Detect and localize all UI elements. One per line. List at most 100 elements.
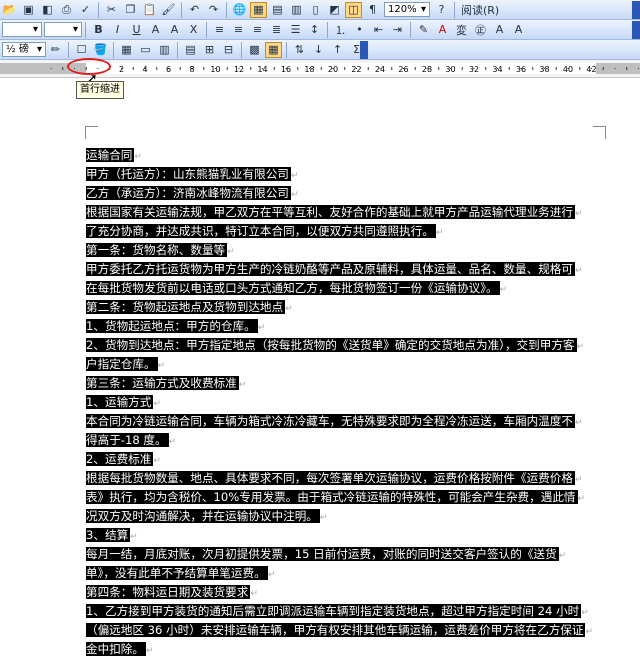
document-line[interactable]: 表》执行，均为含税价、10%专用发票。由于箱式冷链运输的特殊性，可能会产生杂费，… (86, 488, 596, 507)
document-line[interactable]: （偏远地区 36 小时）未安排运输车辆，甲方有权安排其他车辆运输，运费差价甲方将… (86, 621, 596, 640)
paste-icon[interactable]: 📋 (141, 2, 158, 18)
document-line[interactable]: 在每批货物发货前以电话或口头方式通知乙方，每批货物签订一份《运输协议》。 ↵ (86, 279, 596, 298)
bullets-icon[interactable]: • (351, 22, 368, 38)
table-autoformat-icon[interactable]: ▩ (246, 42, 263, 58)
sort-asc-icon[interactable]: ↓ (310, 42, 327, 58)
ruler-number: 24 (375, 65, 385, 74)
document-line[interactable]: 1、运输方式 ↵ (86, 393, 596, 412)
style-select[interactable]: ▾ (2, 22, 42, 37)
phonetic-icon[interactable]: 変 (453, 22, 470, 38)
document-line[interactable]: 运输合同 ↵ (86, 146, 596, 165)
grow-font-icon[interactable]: A (491, 22, 508, 38)
paragraph-mark-icon: ↵ (574, 209, 583, 219)
increase-indent-icon[interactable]: ⇥ (389, 22, 406, 38)
align-center-icon[interactable]: ≡ (230, 22, 247, 38)
align-right-icon[interactable]: ≡ (249, 22, 266, 38)
chevron-down-icon: ▾ (420, 4, 426, 15)
char-border-icon[interactable]: A (147, 22, 164, 38)
show-hide-icon[interactable]: ¶ (364, 2, 381, 18)
char-scale-icon[interactable]: X (185, 22, 202, 38)
shading-color-icon[interactable]: 🪣 (92, 42, 109, 58)
document-line[interactable]: 根据每批货物数量、地点、具体要求不同，每次签署单次运输协议，运费价格按附件《运费… (86, 469, 596, 488)
table-grid-icon[interactable]: ▦ (265, 41, 282, 58)
document-line[interactable]: 第二条：货物起运地点及货物到达地点 ↵ (86, 298, 596, 317)
line-spacing-icon[interactable]: ↕ (306, 22, 323, 38)
distribute-cols-icon[interactable]: ⊟ (220, 42, 237, 58)
enclose-char-icon[interactable]: ㊣ (472, 22, 489, 38)
highlight-icon[interactable]: ✎ (415, 22, 432, 38)
selected-text: 运输合同 (86, 148, 135, 162)
document-line[interactable]: 乙方（承运方）：济南冰峰物流有限公司 ↵ (86, 184, 596, 203)
zoom-select[interactable]: 120% ▾ (384, 2, 430, 17)
selected-text: 3、结算 (86, 528, 131, 542)
align-cell-icon[interactable]: ▤ (182, 42, 199, 58)
document-line[interactable]: 本合同为冷链运输合同，车辆为箱式冷冻冷藏车，无特殊要求即为全程冷冻运送，车厢内温… (86, 412, 596, 431)
bold-icon[interactable]: B (90, 22, 107, 38)
document-line[interactable]: 第三条：运输方式及收费标准 ↵ (86, 374, 596, 393)
line-weight-value: ½ 磅 (6, 44, 29, 55)
copy-icon[interactable]: ❐ (122, 2, 139, 18)
decrease-indent-icon[interactable]: ⇤ (370, 22, 387, 38)
document-line[interactable]: 3、结算 ↵ (86, 526, 596, 545)
outside-border-icon[interactable]: ☐ (73, 42, 90, 58)
permission-icon[interactable]: ◧ (39, 2, 56, 18)
document-line[interactable]: 户指定仓库。 ↵ (86, 355, 596, 374)
drawing-icon[interactable]: ◩ (326, 2, 343, 18)
document-map-icon[interactable]: ◫ (345, 1, 362, 18)
merge-cells-icon[interactable]: ▭ (137, 42, 154, 58)
document-line[interactable]: 根据国家有关运输法规，甲乙双方在平等互利、友好合作的基础上就甲方产品运输代理业务… (86, 203, 596, 222)
document-line[interactable]: 2、运费标准 ↵ (86, 450, 596, 469)
sort-desc-icon[interactable]: ↑ (329, 42, 346, 58)
align-left-icon[interactable]: ≡ (211, 22, 228, 38)
document-line[interactable]: 甲方（托运方）：山东熊猫乳业有限公司 ↵ (86, 165, 596, 184)
border-color-icon[interactable]: ✏ (47, 42, 64, 58)
change-direction-icon[interactable]: ⇅ (291, 42, 308, 58)
print-icon[interactable]: ⎙ (58, 2, 75, 18)
line-weight-select[interactable]: ½ 磅 ▾ (2, 42, 46, 57)
paragraph-mark-icon: ↵ (157, 361, 166, 371)
spelling-icon[interactable]: ✓ (77, 2, 94, 18)
document-line[interactable]: 了充分协商，并达成共识，特订立本合同，以便双方共同遵照执行。 ↵ (86, 222, 596, 241)
justify-icon[interactable]: ≣ (268, 22, 285, 38)
numbering-icon[interactable]: ⒈ (332, 22, 349, 38)
open-icon[interactable]: 📂 (1, 2, 18, 18)
hyperlink-icon[interactable]: 🌐 (231, 2, 248, 18)
format-painter-icon[interactable]: 🖌 (160, 2, 177, 18)
split-cells-icon[interactable]: ▥ (156, 42, 173, 58)
redo-icon[interactable]: ↷ (205, 2, 222, 18)
document-line[interactable]: 1、货物起运地点：甲方的仓库。 ↵ (86, 317, 596, 336)
document-line[interactable]: 金中扣除。 ↵ (86, 640, 596, 659)
document-line[interactable]: 1、乙方接到甲方装货的通知后需立即调派运输车辆到指定装货地点，超过甲方指定时间 … (86, 602, 596, 621)
document-line[interactable]: 况双方及时沟通解决，并在运输协议中注明。 ↵ (86, 507, 596, 526)
font-select[interactable]: ▾ (44, 22, 82, 37)
insert-table-icon[interactable]: ▤ (269, 2, 286, 18)
document-line[interactable]: 得高于-18 度。 ↵ (86, 431, 596, 450)
insert-table2-icon[interactable]: ▦ (118, 42, 135, 58)
italic-icon[interactable]: I (109, 22, 126, 38)
document-line[interactable]: 单》，没有此单不予结算单笔运费。 ↵ (86, 564, 596, 583)
char-shading-icon[interactable]: A (166, 22, 183, 38)
selected-text: 1、乙方接到甲方装货的通知后需立即调派运输车辆到指定装货地点，超过甲方指定时间 … (86, 604, 582, 618)
font-color-icon[interactable]: A (434, 22, 451, 38)
ruler-number: 2 (119, 65, 124, 74)
insert-excel-icon[interactable]: ▥ (288, 2, 305, 18)
document-body[interactable]: 运输合同 ↵ 甲方（托运方）：山东熊猫乳业有限公司 ↵ 乙方（承运方）：济南冰峰物流有限… (86, 146, 596, 659)
save-icon[interactable]: ▣ (20, 2, 37, 18)
read-icon[interactable]: 阅读(R) (459, 2, 501, 18)
columns-icon[interactable]: ▯ (307, 2, 324, 18)
document-line[interactable]: 每月一结，月底对账，次月初提供发票，15 日前付运费，对账的同时送交客户签认的《… (86, 545, 596, 564)
document-line[interactable]: 第一条：货物名称、数量等 ↵ (86, 241, 596, 260)
document-line[interactable]: 甲方委托乙方托运货物为甲方生产的冷链奶酪等产品及原辅料，具体运量、品名、数量、规… (86, 260, 596, 279)
distribute-rows-icon[interactable]: ⊞ (201, 42, 218, 58)
document-line[interactable]: 第四条：物料运日期及装货要求 ↵ (86, 583, 596, 602)
document-line[interactable]: 2、货物到达地点：甲方指定地点（按每批货物的《送货单》确定的交货地点为准），交到… (86, 336, 596, 355)
shrink-font-icon[interactable]: A (510, 22, 527, 38)
chevron-down-icon: ▾ (32, 24, 38, 35)
paragraph-mark-icon: ↵ (238, 380, 247, 390)
tables-borders-icon[interactable]: ▦ (250, 1, 267, 18)
undo-icon[interactable]: ↶ (186, 2, 203, 18)
cut-icon[interactable]: ✂ (103, 2, 120, 18)
help-icon[interactable]: ? (433, 2, 450, 18)
underline-icon[interactable]: U (128, 22, 145, 38)
distributed-icon[interactable]: ☰ (287, 22, 304, 38)
